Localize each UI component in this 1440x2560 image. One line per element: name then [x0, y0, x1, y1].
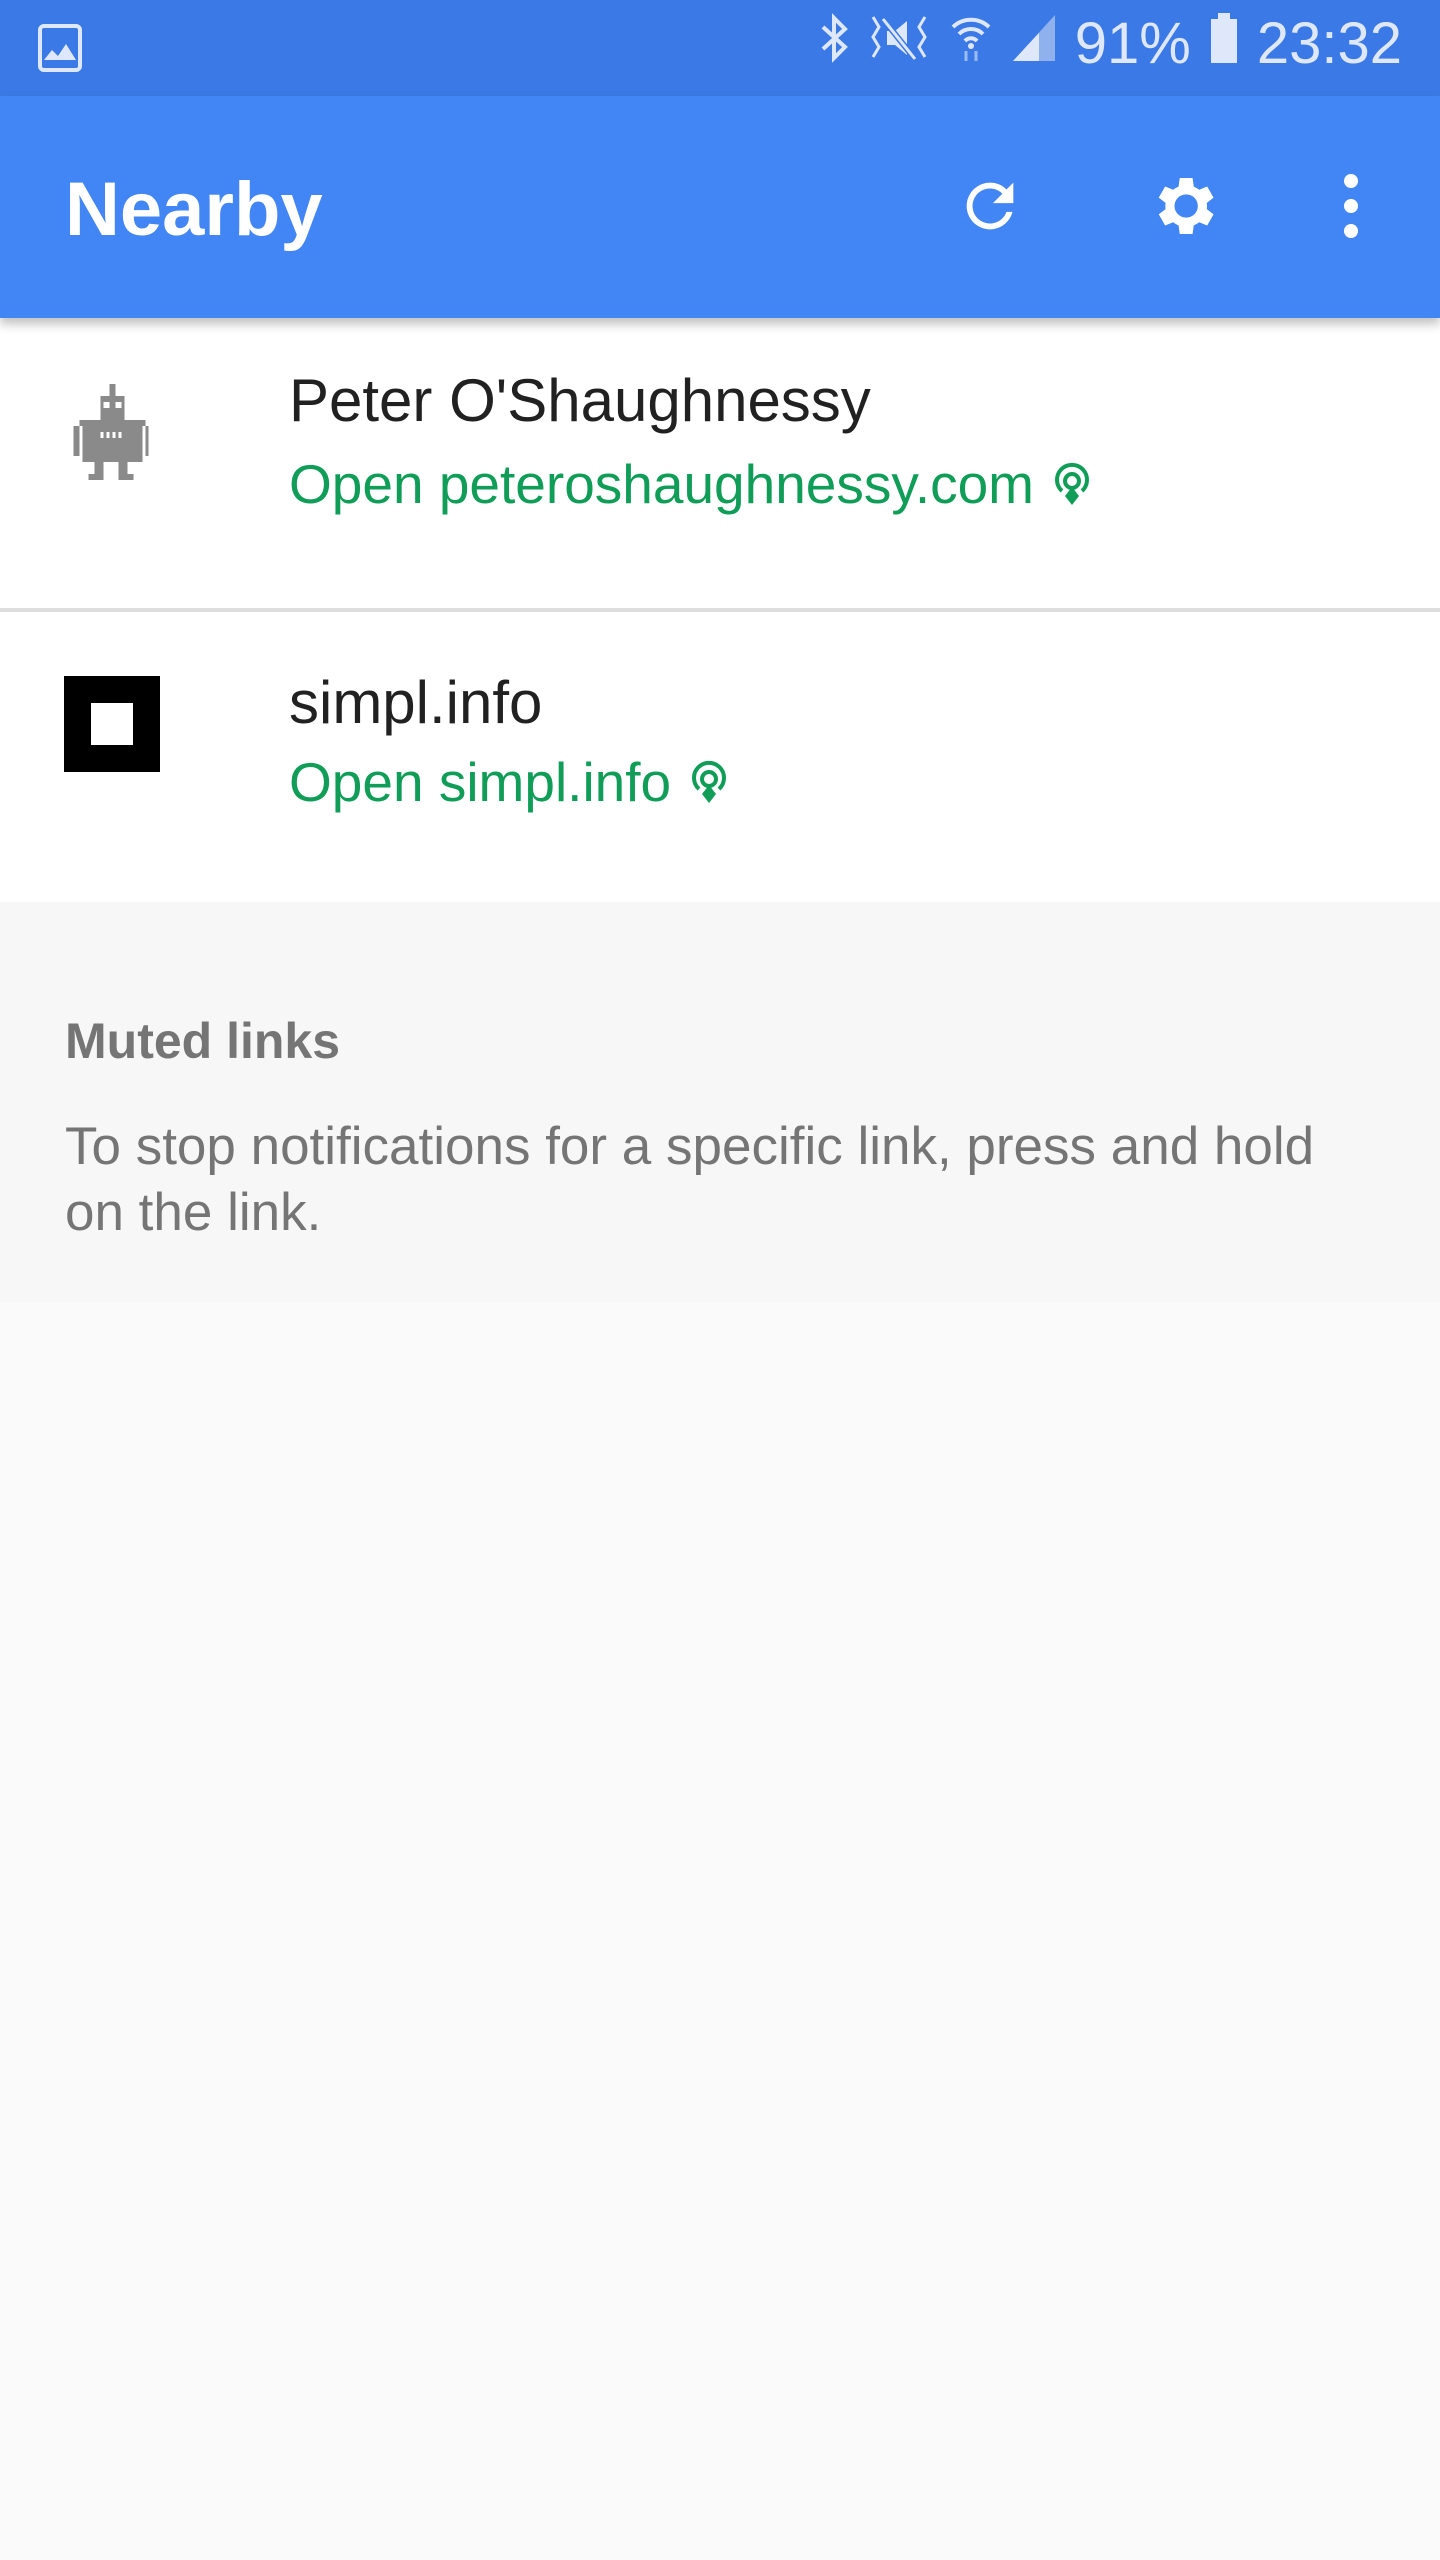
- status-bar: 91% 23:32: [0, 0, 1440, 96]
- list-item[interactable]: Peter O'Shaughnessy Open peteroshaughnes…: [0, 318, 1440, 612]
- signal-icon: [1011, 10, 1057, 77]
- refresh-button[interactable]: [950, 166, 1030, 246]
- robot-icon: [73, 384, 149, 485]
- square-icon: [64, 676, 160, 772]
- muted-links-heading: Muted links: [65, 1013, 341, 1069]
- muted-links-section: Muted links To stop notifications for a …: [0, 902, 1440, 1302]
- clock: 23:32: [1256, 11, 1402, 76]
- list-item[interactable]: simpl.info Open simpl.info: [0, 612, 1440, 906]
- open-link[interactable]: Open simpl.info: [289, 750, 729, 814]
- open-link[interactable]: Open peteroshaughnessy.com: [289, 452, 1092, 516]
- page-title: Nearby: [65, 167, 323, 252]
- gear-icon: [1158, 178, 1214, 234]
- battery-icon: [1209, 10, 1239, 77]
- more-vert-icon: [1344, 174, 1358, 238]
- refresh-icon: [966, 182, 1014, 230]
- link-title: simpl.info: [289, 669, 543, 736]
- app-bar: Nearby: [0, 96, 1440, 318]
- wifi-icon: [949, 10, 993, 77]
- link-text: Open simpl.info: [289, 751, 672, 813]
- vibrate-mute-icon: [867, 10, 931, 77]
- beacon-icon: [692, 760, 727, 803]
- gallery-notification-icon: [38, 24, 82, 77]
- beacon-icon: [1055, 462, 1089, 505]
- link-title: Peter O'Shaughnessy: [289, 367, 871, 434]
- nearby-list: Peter O'Shaughnessy Open peteroshaughnes…: [0, 318, 1440, 906]
- muted-links-description: To stop notifications for a specific lin…: [65, 1117, 1315, 1242]
- bluetooth-icon: [819, 10, 849, 77]
- settings-button[interactable]: [1143, 166, 1223, 246]
- more-options-button[interactable]: [1311, 166, 1391, 246]
- link-text: Open peteroshaughnessy.com: [289, 453, 1034, 515]
- battery-percent: 91%: [1074, 11, 1191, 76]
